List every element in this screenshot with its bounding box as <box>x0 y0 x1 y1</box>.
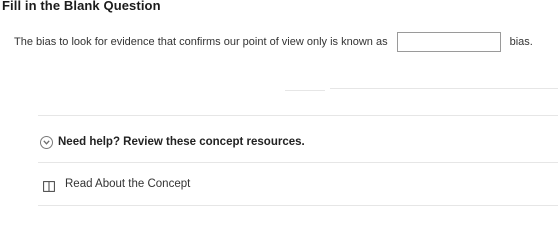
question-prompt: The bias to look for evidence that confi… <box>14 31 533 53</box>
prompt-text-after: bias. <box>509 36 533 48</box>
prompt-text-before: The bias to look for evidence that confi… <box>14 36 388 48</box>
concept-resources-label: Need help? Review these concept resource… <box>58 136 305 148</box>
read-about-concept-label: Read About the Concept <box>65 178 191 190</box>
divider <box>38 205 558 206</box>
divider <box>38 115 558 116</box>
read-about-concept-link[interactable]: Read About the Concept <box>43 178 191 192</box>
divider <box>285 90 325 91</box>
book-icon <box>43 179 55 192</box>
divider <box>330 88 558 89</box>
question-title: Fill in the Blank Question <box>2 0 161 13</box>
chevron-down-circle-icon <box>40 136 53 149</box>
concept-resources-toggle[interactable]: Need help? Review these concept resource… <box>40 136 305 149</box>
divider <box>38 162 558 163</box>
answer-blank-input[interactable] <box>396 32 501 52</box>
fill-in-blank-question: Fill in the Blank Question The bias to l… <box>0 0 558 215</box>
